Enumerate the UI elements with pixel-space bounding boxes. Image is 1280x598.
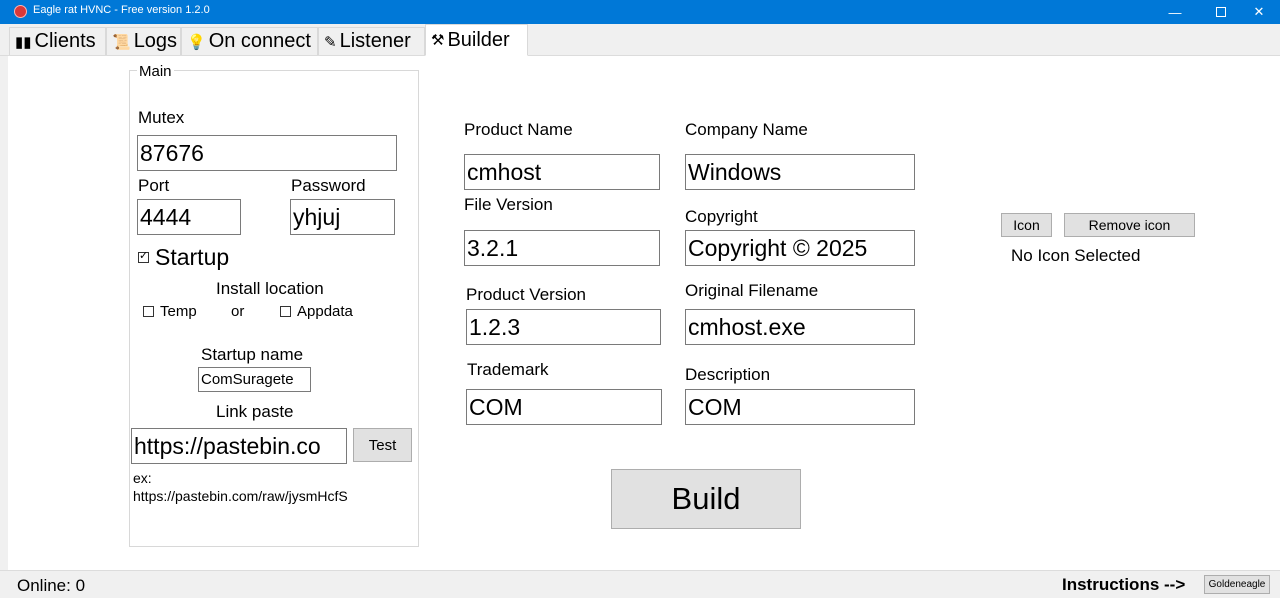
port-label: Port [138, 176, 170, 195]
minimize-button[interactable]: — [1152, 0, 1198, 24]
description-label: Description [685, 365, 771, 384]
pencil-icon: ✎ [324, 33, 337, 51]
tab-label: Listener [339, 30, 411, 52]
checkbox-checked-icon [138, 249, 149, 263]
startup-name-input[interactable]: ComSuragete [198, 367, 311, 392]
appdata-checkbox[interactable]: Appdata [280, 303, 353, 320]
tab-listener[interactable]: ✎ Listener [318, 27, 425, 55]
mutex-label: Mutex [138, 108, 185, 127]
temp-checkbox[interactable]: Temp [143, 303, 197, 320]
tab-label: Clients [34, 30, 96, 52]
tools-icon: ⚒ [431, 32, 445, 49]
product-name-input[interactable]: cmhost [464, 154, 660, 190]
window-title: Eagle rat HVNC - Free version 1.2.0 [33, 4, 210, 16]
appdata-label: Appdata [297, 303, 353, 320]
lightbulb-icon: 💡 [187, 33, 206, 51]
title-bar: Eagle rat HVNC - Free version 1.2.0 — ✕ [0, 0, 1280, 24]
main-group-legend: Main [137, 63, 174, 80]
file-version-input[interactable]: 3.2.1 [464, 230, 660, 266]
trademark-input[interactable]: COM [466, 389, 662, 425]
test-button[interactable]: Test [353, 428, 412, 462]
icon-button[interactable]: Icon [1001, 213, 1052, 237]
file-version-label: File Version [464, 195, 553, 214]
startup-checkbox[interactable]: Startup [138, 244, 229, 271]
copyright-label: Copyright [685, 207, 758, 226]
original-filename-input[interactable]: cmhost.exe [685, 309, 915, 345]
tab-clients[interactable]: ▮▮ Clients [9, 27, 106, 55]
checkbox-icon [280, 306, 291, 317]
remove-icon-button[interactable]: Remove icon [1064, 213, 1195, 237]
maximize-icon [1216, 7, 1226, 17]
link-paste-input[interactable]: https://pastebin.co [131, 428, 347, 464]
left-frame [0, 56, 8, 570]
checkbox-icon [143, 306, 154, 317]
instructions-label: Instructions --> [1062, 575, 1186, 594]
product-version-label: Product Version [466, 285, 587, 304]
mutex-input[interactable]: 87676 [137, 135, 397, 171]
startup-name-label: Startup name [201, 345, 304, 364]
or-label: or [231, 303, 245, 320]
trademark-label: Trademark [467, 360, 549, 379]
link-paste-label: Link paste [216, 402, 294, 421]
online-count: Online: 0 [17, 576, 86, 595]
company-name-label: Company Name [685, 120, 808, 139]
icon-status-label: No Icon Selected [1011, 246, 1141, 265]
tab-logs[interactable]: 📜 Logs [106, 27, 181, 55]
tab-builder[interactable]: ⚒ Builder [425, 24, 528, 56]
port-input[interactable]: 4444 [137, 199, 241, 235]
status-bar: Online: 0 Instructions --> Goldeneagle [0, 570, 1280, 598]
tab-label: On connect [208, 30, 311, 52]
product-name-label: Product Name [464, 120, 573, 139]
close-button[interactable]: ✕ [1236, 0, 1280, 24]
scroll-icon: 📜 [112, 33, 131, 51]
tab-on-connect[interactable]: 💡 On connect [181, 27, 318, 55]
install-location-label: Install location [216, 279, 324, 298]
bar-chart-icon: ▮▮ [15, 33, 32, 51]
eagle-app-icon [14, 5, 27, 18]
temp-label: Temp [160, 303, 197, 320]
product-version-input[interactable]: 1.2.3 [466, 309, 661, 345]
startup-label: Startup [155, 244, 230, 270]
copyright-input[interactable]: Copyright © 2025 [685, 230, 915, 266]
example-url: https://pastebin.com/raw/jysmHcfS [133, 488, 348, 504]
tab-label: Logs [133, 30, 178, 52]
tab-label: Builder [447, 28, 510, 51]
company-name-input[interactable]: Windows [685, 154, 915, 190]
password-label: Password [291, 176, 366, 195]
goldeneagle-button[interactable]: Goldeneagle [1204, 575, 1270, 594]
example-prefix: ex: [133, 470, 152, 486]
original-filename-label: Original Filename [685, 281, 819, 300]
description-input[interactable]: COM [685, 389, 915, 425]
tab-strip: ▮▮ Clients 📜 Logs 💡 On connect ✎ Listene… [0, 24, 1280, 56]
build-button[interactable]: Build [611, 469, 801, 529]
password-input[interactable]: yhjuj [290, 199, 395, 235]
